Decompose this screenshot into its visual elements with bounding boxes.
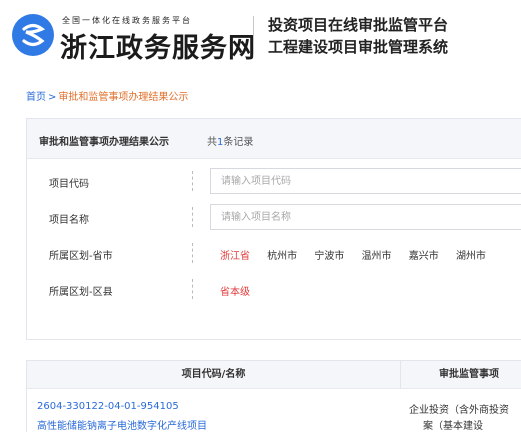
project-code-input-box	[210, 168, 521, 194]
filter-panel: 审批和监管事项办理结果公示 共1条记录 项目代码 项目名称 所属区划-省市 浙江…	[26, 118, 521, 340]
results-table: 项目代码/名称 审批监管事项 2604-330122-04-01-954105 …	[26, 360, 521, 432]
project-code-label: 项目代码	[49, 179, 89, 190]
record-count-suffix: 条记录	[223, 137, 254, 148]
region-county-options: 省本级	[220, 283, 264, 298]
column-header-project: 项目代码/名称	[27, 361, 401, 389]
filter-panel-header: 审批和监管事项办理结果公示 共1条记录	[27, 119, 521, 159]
row-divider	[192, 279, 193, 299]
row-divider	[192, 243, 193, 263]
region-option-huzhou[interactable]: 湖州市	[456, 247, 486, 262]
project-name-row: 项目名称	[27, 199, 521, 235]
region-option-zhejiang[interactable]: 浙江省	[220, 247, 250, 262]
filter-panel-title: 审批和监管事项办理结果公示	[39, 137, 169, 148]
region-option-jiaxing[interactable]: 嘉兴市	[409, 247, 439, 262]
breadcrumb: 首页 > 审批和监管事项办理结果公示	[26, 88, 188, 103]
matter-type-line1: 企业投资（含外商投资	[409, 405, 509, 416]
site-header: 全国一体化在线政务服务平台 浙江政务服务网 投资项目在线审批监管平台 工程建设项…	[0, 0, 521, 70]
column-header-matter: 审批监管事项	[439, 369, 499, 380]
region-option-hangzhou[interactable]: 杭州市	[267, 247, 297, 262]
brand-title[interactable]: 浙江政务服务网	[60, 26, 256, 65]
row-divider	[192, 207, 193, 227]
record-count: 共1条记录	[207, 133, 253, 148]
breadcrumb-current[interactable]: 审批和监管事项办理结果公示	[58, 92, 188, 103]
matter-type-line2: 案（基本建设	[423, 421, 483, 432]
system-title-line2: 工程建设项目审批管理系统	[268, 38, 449, 56]
region-city-row: 所属区划-省市 浙江省 杭州市 宁波市 温州市 嘉兴市 湖州市	[27, 235, 521, 271]
project-code-input[interactable]	[211, 169, 521, 194]
row-divider	[192, 171, 193, 191]
region-option-wenzhou[interactable]: 温州市	[362, 247, 392, 262]
region-county-label: 所属区划-区县	[49, 287, 113, 298]
header-divider	[253, 16, 254, 54]
breadcrumb-separator: >	[48, 92, 57, 103]
table-header: 项目代码/名称 审批监管事项	[27, 361, 521, 389]
project-name-link[interactable]: 高性能储能钠离子电池数字化产线项目	[37, 417, 207, 432]
brand-subtitle: 全国一体化在线政务服务平台	[62, 16, 192, 25]
record-count-prefix: 共	[207, 137, 217, 148]
region-county-row: 所属区划-区县 省本级	[27, 271, 521, 307]
project-code-link[interactable]: 2604-330122-04-01-954105	[37, 401, 179, 412]
county-option-provincial[interactable]: 省本级	[220, 283, 250, 298]
project-name-label: 项目名称	[49, 215, 89, 226]
zhejiang-gov-logo-icon[interactable]	[12, 14, 54, 56]
project-name-input-box	[210, 204, 521, 230]
breadcrumb-home-link[interactable]: 首页	[26, 92, 46, 103]
region-option-ningbo[interactable]: 宁波市	[314, 247, 344, 262]
project-name-input[interactable]	[211, 205, 521, 230]
region-city-options: 浙江省 杭州市 宁波市 温州市 嘉兴市 湖州市	[220, 247, 500, 262]
region-city-label: 所属区划-省市	[49, 251, 113, 262]
project-code-row: 项目代码	[27, 163, 521, 199]
system-title-line1: 投资项目在线审批监管平台	[268, 16, 449, 34]
